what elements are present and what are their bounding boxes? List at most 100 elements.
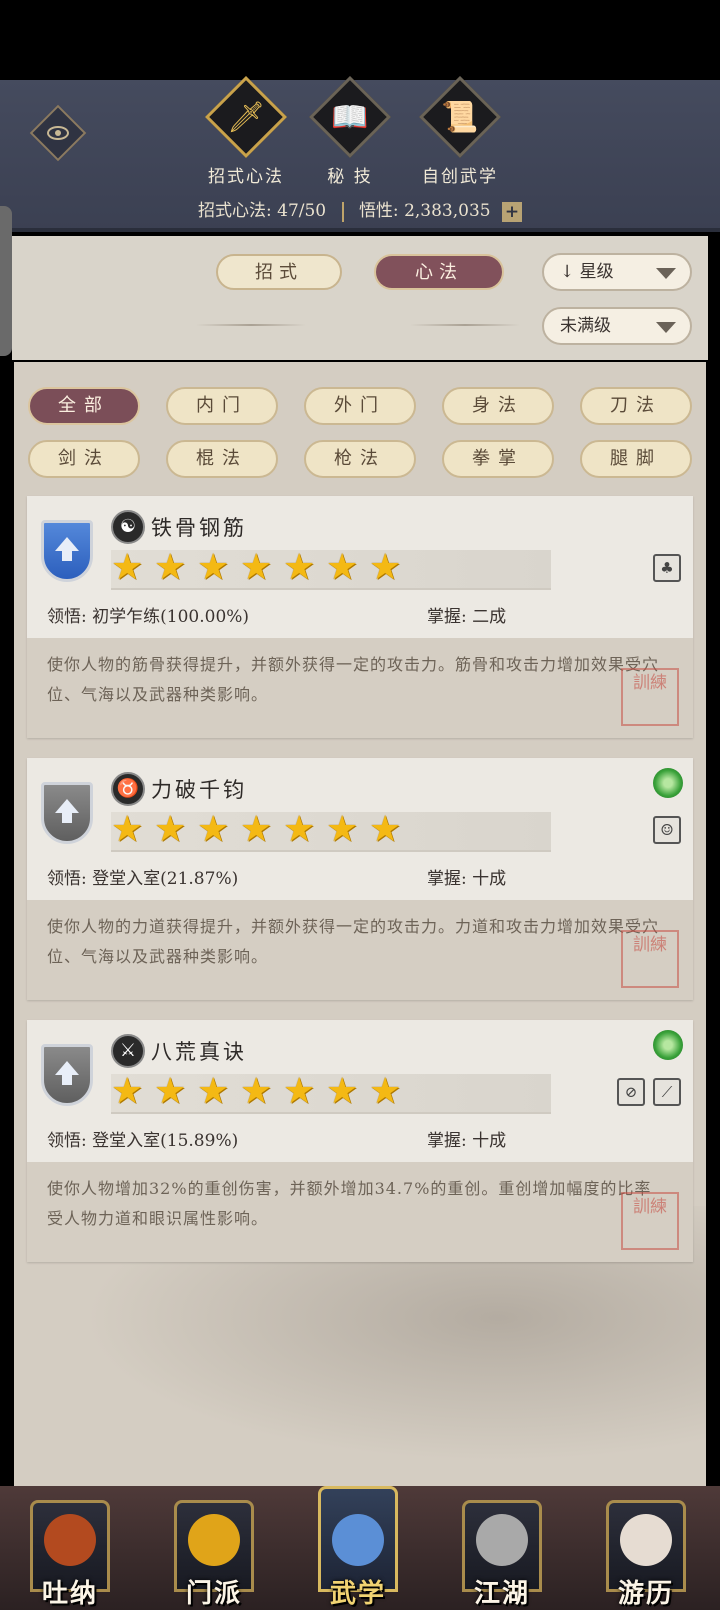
decorative-line — [196, 324, 306, 326]
star-icon: ★ — [283, 1071, 316, 1112]
techniques-label: 招式心法: — [197, 201, 272, 221]
level-filter-label: 未满级 — [560, 316, 611, 336]
monk-icon — [44, 1514, 96, 1566]
comprehension-label: 领悟: — [47, 607, 87, 627]
star-icon: ★ — [326, 547, 359, 588]
crossed-swords-icon: ⚔ — [111, 1034, 145, 1068]
gem-slot-icon[interactable]: ♣ — [653, 554, 681, 582]
star-icon: ★ — [283, 547, 316, 588]
filter-spear[interactable]: 枪法 — [304, 440, 416, 478]
skill-card[interactable]: ☯ 铁骨钢筋 ★ ★ ★ ★ ★ ★ ★ ♣ 领悟: 初学乍练(100.00%) 掌握: 二… — [27, 496, 693, 738]
star-rating: ★ ★ ★ ★ ★ ★ ★ — [111, 548, 412, 588]
star-icon: ★ — [111, 809, 144, 850]
star-icon: ★ — [154, 809, 187, 850]
sort-label: 星级 — [579, 262, 614, 282]
nav-label: 江湖 — [473, 1579, 530, 1609]
comprehension-value: 登堂入室(21.87%) — [92, 869, 239, 889]
tab-label: 自创武学 — [422, 167, 498, 187]
mastery-label: 掌握: — [427, 607, 467, 627]
insight-label: 悟性: — [358, 201, 399, 221]
nav-label: 游历 — [617, 1579, 674, 1609]
mastery-value: 二成 — [472, 607, 507, 627]
green-swirl-icon[interactable] — [653, 768, 683, 798]
mastery-label: 掌握: — [427, 869, 467, 889]
gem-slot-icon[interactable]: ⊘ — [617, 1078, 645, 1106]
tab-secret-skills[interactable]: 📖 秘 技 — [308, 75, 392, 187]
comprehension-label: 领悟: — [47, 869, 87, 889]
skill-name: 铁骨钢筋 — [151, 516, 247, 540]
nav-martial-arts[interactable]: 武学 — [312, 1486, 404, 1610]
progress-row: 领悟: 登堂入室(21.87%) 掌握: 十成 — [47, 864, 673, 889]
nav-travel[interactable]: 游历 — [600, 1500, 692, 1610]
level-filter-dropdown[interactable]: 未满级 — [542, 307, 692, 345]
star-icon: ★ — [369, 809, 402, 850]
star-icon: ★ — [369, 547, 402, 588]
tab-moves[interactable]: 招式 — [216, 254, 342, 290]
tab-self-created[interactable]: 📜 自创武学 — [418, 75, 502, 187]
progress-row: 领悟: 初学乍练(100.00%) 掌握: 二成 — [47, 602, 673, 627]
filter-staff[interactable]: 棍法 — [166, 440, 278, 478]
star-icon: ★ — [197, 547, 230, 588]
star-icon: ★ — [240, 547, 273, 588]
green-swirl-icon[interactable] — [653, 1030, 683, 1060]
filter-all[interactable]: 全部 — [28, 387, 140, 425]
star-rating: ★ ★ ★ ★ ★ ★ ★ — [111, 810, 412, 850]
side-edge-handle[interactable] — [0, 206, 12, 356]
skill-card[interactable]: ♉ 力破千钧 ★ ★ ★ ★ ★ ★ ★ ☺ 领悟: 登堂入室(21.87%) 掌握: 十成… — [27, 758, 693, 1000]
nav-jianghu[interactable]: 江湖 — [456, 1500, 548, 1610]
techniques-count: 47/50 — [277, 201, 327, 221]
filter-fist[interactable]: 拳掌 — [442, 440, 554, 478]
nav-sect[interactable]: 门派 — [168, 1500, 260, 1610]
gem-slot-icon[interactable]: ☺ — [653, 816, 681, 844]
gem-slot-icon[interactable]: ⟋ — [653, 1078, 681, 1106]
stats-line: 招式心法: 47/50 悟性: 2,383,035 + — [0, 196, 720, 222]
training-seal-stamp[interactable]: 訓練 — [621, 1192, 679, 1250]
nav-breathing[interactable]: 吐纳 — [24, 1500, 116, 1610]
filter-inner-sect[interactable]: 内门 — [166, 387, 278, 425]
sort-dropdown[interactable]: ↓ 星级 — [542, 253, 692, 291]
comprehension-label: 领悟: — [47, 1131, 87, 1151]
filter-outer-sect[interactable]: 外门 — [304, 387, 416, 425]
bull-icon: ♉ — [111, 772, 145, 806]
skill-description-box: 使你人物的力道获得提升，并额外获得一定的攻击力。力道和攻击力增加效果受穴位、气海… — [27, 900, 693, 1000]
yin-yang-icon: ☯ — [111, 510, 145, 544]
star-icon: ★ — [326, 809, 359, 850]
tab-label: 招式心法 — [208, 167, 284, 187]
star-rating: ★ ★ ★ ★ ★ ★ ★ — [111, 1072, 412, 1112]
filter-sword[interactable]: 剑法 — [28, 440, 140, 478]
sword-icon: 🗡 — [204, 75, 288, 159]
star-icon: ★ — [283, 809, 316, 850]
training-seal-stamp[interactable]: 訓練 — [621, 668, 679, 726]
skill-card[interactable]: ⚔ 八荒真诀 ★ ★ ★ ★ ★ ★ ★ ⊘ ⟋ 领悟: 登堂入室(15.89%) 掌握: … — [27, 1020, 693, 1262]
hat-icon — [476, 1514, 528, 1566]
mastery: 掌握: 十成 — [427, 864, 506, 889]
star-icon: ★ — [240, 1071, 273, 1112]
decorative-line — [410, 324, 520, 326]
comprehension-value: 登堂入室(15.89%) — [92, 1131, 239, 1151]
training-seal-stamp[interactable]: 訓練 — [621, 930, 679, 988]
insight-value: 2,383,035 — [404, 201, 491, 221]
upgrade-shield-icon[interactable] — [41, 1044, 93, 1106]
banner-icon — [188, 1514, 240, 1566]
skill-description-box: 使你人物增加32%的重创伤害，并额外增加34.7%的重创。重创增加幅度的比率受人… — [27, 1162, 693, 1262]
skill-description: 使你人物增加32%的重创伤害，并额外增加34.7%的重创。重创增加幅度的比率受人… — [47, 1179, 652, 1228]
star-icon: ★ — [197, 1071, 230, 1112]
filter-saber[interactable]: 刀法 — [580, 387, 692, 425]
mastery-label: 掌握: — [427, 1131, 467, 1151]
tab-mental-methods[interactable]: 心法 — [374, 254, 504, 290]
book-icon: 📖 — [308, 75, 392, 159]
progress-row: 领悟: 登堂入室(15.89%) 掌握: 十成 — [47, 1126, 673, 1151]
add-insight-button[interactable]: + — [502, 201, 523, 222]
skill-name: 力破千钧 — [151, 778, 247, 802]
star-icon: ★ — [326, 1071, 359, 1112]
filter-movement[interactable]: 身法 — [442, 387, 554, 425]
upgrade-shield-icon[interactable] — [41, 782, 93, 844]
upgrade-shield-icon[interactable] — [41, 520, 93, 582]
skill-name: 八荒真诀 — [151, 1040, 247, 1064]
tab-techniques[interactable]: 🗡 招式心法 — [204, 75, 288, 187]
star-icon: ★ — [154, 1071, 187, 1112]
filter-leg[interactable]: 腿脚 — [580, 440, 692, 478]
horse-icon — [620, 1514, 672, 1566]
eye-icon — [47, 126, 69, 140]
tab-label: 秘 技 — [327, 167, 373, 187]
